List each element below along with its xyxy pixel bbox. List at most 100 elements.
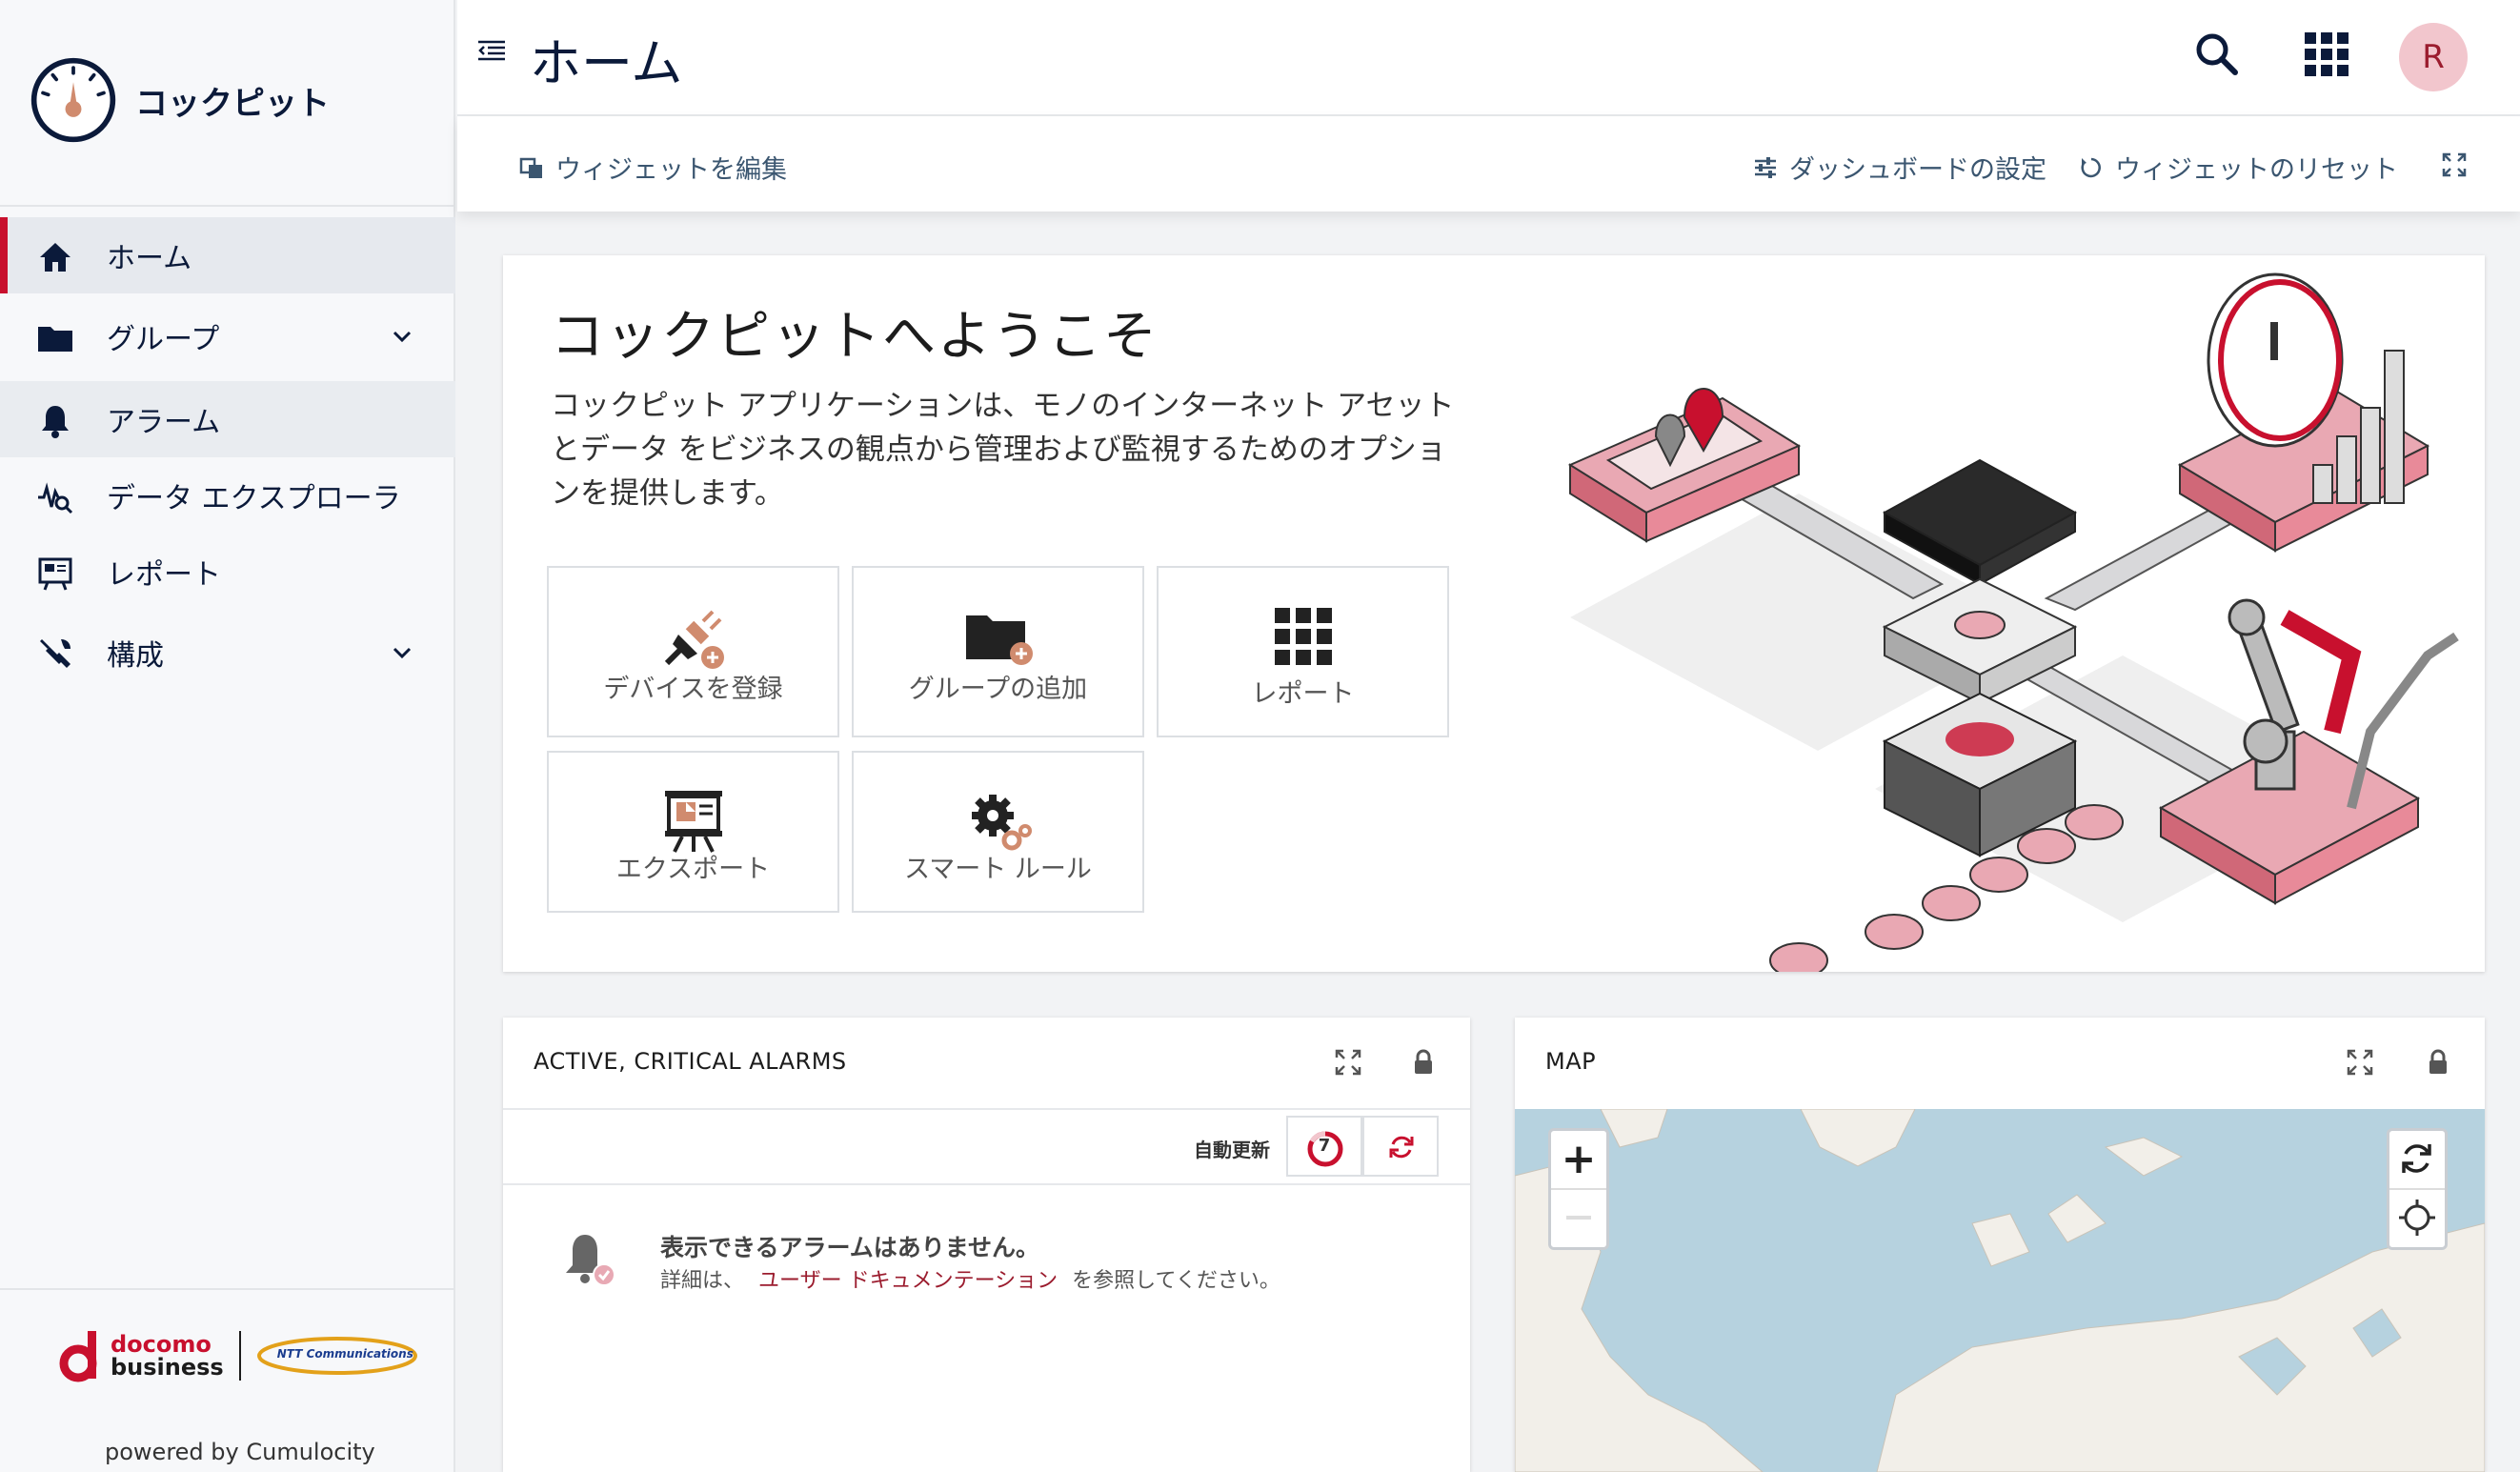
lock-icon[interactable] (1410, 1049, 1437, 1076)
fullscreen-icon[interactable] (2442, 152, 2467, 177)
folder-icon (38, 327, 72, 352)
map-tools (2387, 1128, 2448, 1250)
search-icon[interactable] (2191, 29, 2243, 80)
reports-link[interactable]: レポート (1157, 566, 1449, 737)
data-explorer-icon (38, 482, 73, 514)
welcome-title: コックピットへようこそ (551, 306, 1159, 368)
reset-widgets-button[interactable]: ウィジェットのリセット (2079, 149, 2398, 186)
chevron-down-icon[interactable] (389, 323, 415, 350)
sidebar-item-label: レポート (107, 558, 221, 592)
widget-title: MAP (1545, 1048, 1597, 1075)
folder-add-icon (965, 615, 1033, 665)
logo-separator (238, 1331, 241, 1381)
zoom-out-button[interactable] (1551, 1190, 1606, 1247)
sidebar-item-groups[interactable]: グループ (0, 298, 455, 374)
smart-rules-link[interactable]: スマート ルール (852, 751, 1144, 913)
powered-by: powered by Cumulocity (105, 1439, 375, 1465)
tools-icon (40, 639, 71, 668)
presentation-icon (664, 791, 722, 853)
quick-link-label: スマート ルール (904, 855, 1092, 884)
reset-icon (2081, 157, 2101, 177)
user-documentation-link[interactable]: ユーザー ドキュメンテーション (758, 1269, 1058, 1293)
sidebar-item-data-explorer[interactable]: データ エクスプローラ (0, 457, 455, 534)
welcome-description: コックピット アプリケーションは、モノのインターネット アセットとデータ をビジ… (551, 389, 1455, 511)
widget-title: ACTIVE, CRITICAL ALARMS (534, 1048, 847, 1075)
quick-link-label: エクスポート (615, 855, 771, 884)
sidebar-item-label: 構成 (107, 639, 164, 673)
sidebar-item-label: アラーム (107, 406, 221, 439)
empty-state-prefix: 詳細は、 (660, 1269, 745, 1293)
report-icon (38, 557, 72, 591)
lock-icon[interactable] (2425, 1049, 2451, 1076)
app-brand[interactable]: コックピット (29, 52, 330, 148)
sidebar-item-configuration[interactable]: 構成 (0, 615, 455, 691)
widget-header-divider (503, 1108, 1470, 1110)
dashboard-settings-label: ダッシュボードの設定 (1789, 155, 2046, 185)
map-widget: MAP + (1515, 1018, 2485, 1472)
docomo-logo-icon (59, 1331, 97, 1382)
sliders-icon (1755, 156, 1776, 178)
edit-widgets-icon (519, 157, 542, 178)
gears-icon (971, 795, 1032, 851)
empty-state-suffix: を参照してください。 (1072, 1269, 1280, 1293)
sidebar: コックピット ホーム グループ アラーム データ エクスプローラ レポート 構成… (0, 0, 455, 1472)
zoom-control: + (1548, 1128, 1609, 1250)
reset-widgets-label: ウィジェットのリセット (2115, 155, 2398, 185)
app-header: ホーム R (457, 0, 2520, 116)
chevron-down-icon[interactable] (389, 639, 415, 666)
docomo-word: docomo (111, 1331, 212, 1358)
register-device-link[interactable]: デバイスを登録 (547, 566, 839, 737)
sidebar-item-label: ホーム (107, 242, 192, 275)
user-avatar[interactable]: R (2399, 23, 2468, 91)
ntt-wordmark: NTT Communications (276, 1347, 413, 1361)
expand-icon[interactable] (2347, 1049, 2373, 1076)
map-canvas[interactable]: + (1515, 1109, 2485, 1472)
page-title: ホーム (530, 33, 683, 93)
home-icon (40, 243, 71, 272)
docomo-business-wordmark: docomo business (111, 1333, 224, 1379)
edit-widgets-label: ウィジェットを編集 (555, 155, 787, 185)
menu-toggle-icon[interactable] (476, 36, 507, 67)
app-switcher-icon[interactable] (2301, 29, 2352, 80)
edit-widgets-button[interactable]: ウィジェットを編集 (519, 149, 787, 186)
sidebar-item-reports[interactable]: レポート (0, 534, 455, 610)
sidebar-item-alarms[interactable]: アラーム (0, 381, 455, 457)
quick-link-label: デバイスを登録 (603, 675, 783, 704)
alarms-widget: ACTIVE, CRITICAL ALARMS 自動更新 7 表示できるアラーム… (503, 1018, 1470, 1472)
map-tiles (1515, 1109, 2485, 1472)
plug-add-icon (664, 610, 724, 669)
minus-icon (1566, 1216, 1591, 1220)
auto-refresh-toggle[interactable]: 7 (1286, 1116, 1362, 1177)
sidebar-divider (0, 205, 455, 207)
export-link[interactable]: エクスポート (547, 751, 839, 913)
map-refresh-button[interactable] (2389, 1131, 2445, 1190)
bell-icon (42, 406, 69, 438)
bell-check-icon (566, 1235, 615, 1286)
business-word: business (111, 1354, 224, 1381)
add-group-link[interactable]: グループの追加 (852, 566, 1144, 737)
app-title: コックピット (135, 84, 330, 123)
locate-button[interactable] (2389, 1190, 2445, 1247)
refresh-icon (1389, 1136, 1414, 1159)
iot-illustration (1567, 272, 2459, 972)
empty-state-text: 詳細は、 ユーザー ドキュメンテーション を参照してください。 (660, 1263, 1280, 1294)
crosshair-icon (2399, 1200, 2435, 1236)
expand-icon[interactable] (1335, 1049, 1361, 1076)
countdown-value: 7 (1318, 1136, 1331, 1156)
refresh-button[interactable] (1362, 1116, 1439, 1177)
quick-link-label: グループの追加 (908, 675, 1088, 704)
widget-toolbar-divider (503, 1183, 1470, 1185)
cockpit-gauge-icon (30, 57, 116, 143)
welcome-widget: コックピットへようこそ コックピット アプリケーションは、モノのインターネット … (503, 255, 2485, 972)
grid-icon (1274, 608, 1332, 665)
sidebar-item-label: グループ (107, 323, 220, 356)
dashboard-toolbar: ウィジェットを編集 ダッシュボードの設定 ウィジェットのリセット (457, 116, 2520, 212)
quick-link-label: レポート (1251, 679, 1355, 709)
sidebar-item-home[interactable]: ホーム (0, 217, 455, 293)
sidebar-divider (0, 1288, 455, 1290)
auto-refresh-label: 自動更新 (1194, 1139, 1270, 1161)
dashboard-settings-button[interactable]: ダッシュボードの設定 (1753, 149, 2046, 186)
empty-state-title: 表示できるアラームはありません。 (660, 1234, 1040, 1261)
sidebar-item-label: データ エクスプローラ (107, 482, 401, 515)
zoom-in-button[interactable]: + (1551, 1131, 1606, 1190)
